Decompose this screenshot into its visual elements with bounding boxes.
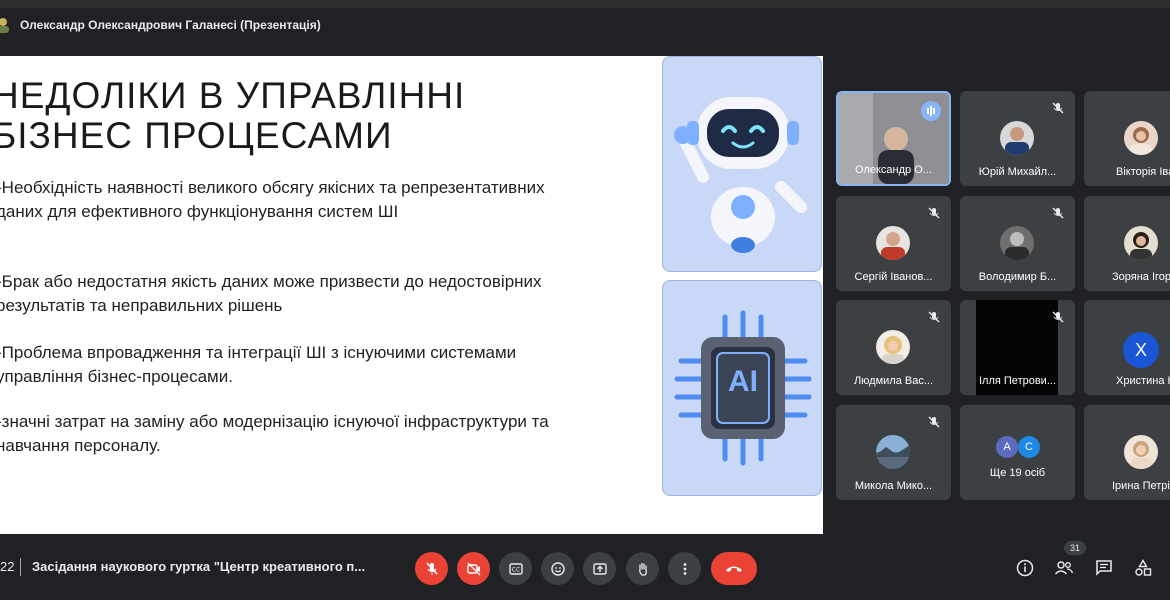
avatar: [876, 226, 910, 260]
mic-off-icon: [928, 311, 940, 323]
info-icon: [1016, 559, 1034, 577]
avatar: [1000, 121, 1034, 155]
more-participants-tile[interactable]: A C Ще 19 осіб: [960, 405, 1075, 500]
participant-tile[interactable]: Ілля Петрови...: [960, 300, 1075, 395]
avatar: X: [1123, 332, 1159, 368]
participant-tile[interactable]: X Христина Юр...: [1084, 300, 1170, 395]
mic-off-icon: [425, 561, 438, 575]
participant-name: Ірина Петрів...: [1112, 480, 1170, 492]
top-bar: Олександр Олександрович Галанесі (Презен…: [0, 0, 1170, 50]
participant-tile[interactable]: Микола Мико...: [836, 405, 951, 500]
present-screen-button[interactable]: [583, 552, 616, 585]
mic-off-icon: [1052, 311, 1064, 323]
people-count-badge: 31: [1064, 541, 1086, 555]
participant-name: Ілля Петрови...: [979, 375, 1056, 387]
bottom-toolbar: 22 Засідання наукового гуртка "Центр кре…: [0, 540, 1170, 600]
meeting-title: Засідання наукового гуртка "Центр креати…: [32, 559, 366, 574]
robot-image: [662, 56, 822, 272]
participant-name: Христина Юр...: [1116, 375, 1170, 387]
participant-tile[interactable]: Олександр О...: [836, 91, 951, 186]
avatar: [876, 330, 910, 364]
present-icon: [592, 562, 607, 575]
avatar: [876, 435, 910, 469]
participant-name: Сергій Іванов...: [854, 271, 933, 283]
mic-off-icon: [928, 416, 940, 428]
speaking-indicator-icon: [921, 101, 941, 121]
avatar: [1000, 226, 1034, 260]
people-icon: [1054, 561, 1074, 575]
participant-name: Зоряна Ігорів...: [1112, 271, 1170, 283]
activities-icon: [1135, 559, 1152, 576]
participant-tile[interactable]: Юрій Михайл...: [960, 91, 1075, 186]
participant-tile[interactable]: Людмила Вас...: [836, 300, 951, 395]
participant-tile[interactable]: Сергій Іванов...: [836, 196, 951, 291]
ai-chip-image: AI: [662, 280, 822, 496]
chat-button[interactable]: [1093, 557, 1115, 579]
ai-chip-text: AI: [728, 365, 758, 398]
presentation-slide: НЕДОЛІКИ В УПРАВЛІННІ БІЗНЕС ПРОЦЕСАМИ -…: [0, 56, 823, 534]
people-button[interactable]: [1053, 557, 1075, 579]
participant-tile[interactable]: Вікторія Івані...: [1084, 91, 1170, 186]
slide-bullet: -Брак або недостатня якість даних може п…: [0, 272, 542, 315]
captions-icon: CC: [508, 562, 523, 575]
chat-icon: [1096, 560, 1112, 576]
avatar: [1124, 121, 1158, 155]
raise-hand-button[interactable]: [626, 552, 659, 585]
slide-bullet: -Проблема впровадження та інтеграції ШІ …: [0, 343, 517, 386]
presenter-avatar-icon: [0, 18, 9, 33]
slide-title-line-1: НЕДОЛІКИ В УПРАВЛІННІ: [0, 75, 466, 116]
participant-tile[interactable]: Зоряна Ігорів...: [1084, 196, 1170, 291]
mic-off-icon: [1052, 207, 1064, 219]
participant-name: Вікторія Івані...: [1116, 166, 1170, 178]
meeting-info-button[interactable]: [1014, 557, 1036, 579]
emoji-icon: [550, 561, 565, 576]
participant-name: Олександр О...: [855, 164, 932, 176]
slide-bullet: -Необхідність наявності великого обсягу …: [0, 178, 545, 221]
mic-off-icon: [1052, 102, 1064, 114]
participant-name: Юрій Михайл...: [978, 166, 1057, 178]
hang-up-icon: [726, 566, 742, 572]
slide-title: НЕДОЛІКИ В УПРАВЛІННІ БІЗНЕС ПРОЦЕСАМИ: [0, 76, 552, 156]
participant-name: Володимир Б...: [978, 271, 1057, 283]
participant-tile[interactable]: Володимир Б...: [960, 196, 1075, 291]
avatar: A: [996, 436, 1018, 458]
participant-tile[interactable]: Ірина Петрів...: [1084, 405, 1170, 500]
top-strip: [0, 0, 1170, 8]
participant-name: Людмила Вас...: [853, 375, 934, 387]
hand-icon: [638, 562, 647, 576]
reactions-button[interactable]: [541, 552, 574, 585]
more-participants-label: Ще 19 осіб: [989, 467, 1046, 479]
meeting-time: 22: [0, 559, 15, 574]
slide-bullet: -значні затрат на заміну або модернізаці…: [0, 412, 549, 455]
svg-text:CC: CC: [511, 566, 519, 573]
more-options-button[interactable]: [668, 552, 701, 585]
mic-toggle-button[interactable]: [415, 552, 448, 585]
avatar: [1124, 226, 1158, 260]
slide-title-line-2: БІЗНЕС ПРОЦЕСАМИ: [0, 115, 393, 156]
participant-name: Микола Мико...: [854, 480, 933, 492]
presenter-label: Олександр Олександрович Галанесі (Презен…: [20, 18, 321, 32]
mic-off-icon: [928, 207, 940, 219]
avatar: [1124, 435, 1158, 469]
captions-button[interactable]: CC: [499, 552, 532, 585]
camera-off-icon: [466, 561, 481, 576]
divider: [20, 558, 21, 576]
avatar: C: [1018, 436, 1040, 458]
activities-button[interactable]: [1132, 557, 1154, 579]
leave-call-button[interactable]: [711, 552, 757, 585]
robot-icon: [674, 97, 807, 253]
camera-toggle-button[interactable]: [457, 552, 490, 585]
more-vertical-icon: [683, 562, 686, 575]
